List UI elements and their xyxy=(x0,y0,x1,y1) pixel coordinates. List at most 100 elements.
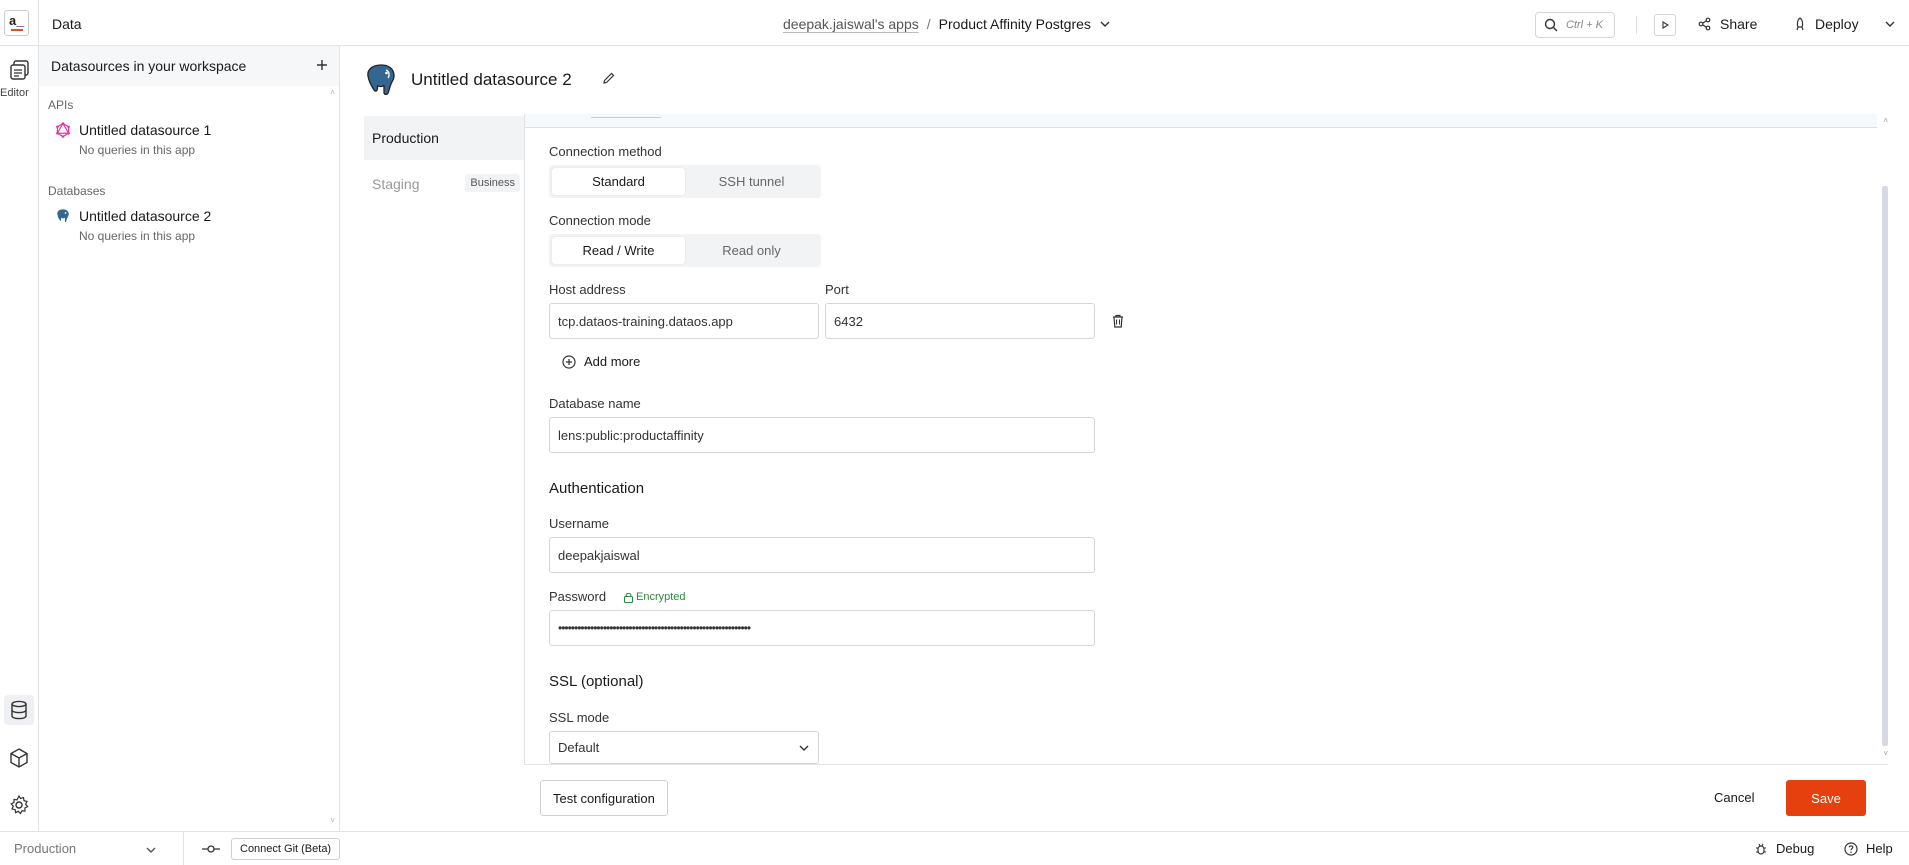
bottombar-separator xyxy=(183,832,184,865)
port-label: Port xyxy=(825,282,849,297)
connection-mode-read-only[interactable]: Read only xyxy=(685,237,818,264)
ssl-heading: SSL (optional) xyxy=(549,673,644,690)
group-label-databases: Databases xyxy=(48,184,106,198)
password-label: Password xyxy=(549,589,607,604)
form-scrollbar[interactable] xyxy=(1882,186,1888,746)
tab-staging[interactable]: Staging Business xyxy=(364,162,524,206)
save-button[interactable]: Save xyxy=(1786,780,1866,816)
git-commit-icon xyxy=(202,845,220,853)
sidebar-title: Datasources in your workspace xyxy=(51,58,247,74)
rail-datasources[interactable] xyxy=(4,695,34,725)
form-scroll-up[interactable]: ˄ xyxy=(1883,116,1888,125)
logo-text: a_ xyxy=(8,14,25,29)
database-name-input[interactable]: lens:public:productaffinity xyxy=(549,417,1095,453)
preview-button[interactable] xyxy=(1654,14,1676,36)
connection-method-standard[interactable]: Standard xyxy=(552,168,685,195)
chevron-down-icon[interactable] xyxy=(145,844,157,856)
left-rail: Editor xyxy=(0,46,39,831)
encrypted-badge: Encrypted xyxy=(623,591,686,603)
help-button[interactable]: Help xyxy=(1844,841,1893,856)
database-icon xyxy=(11,700,27,720)
sidebar-scroll-up[interactable]: ˄ xyxy=(330,88,335,97)
ssl-mode-label: SSL mode xyxy=(549,710,610,725)
test-configuration-button[interactable]: Test configuration xyxy=(540,780,668,816)
datasource-name: Untitled datasource 2 xyxy=(79,208,212,224)
sidebar-scroll-down[interactable]: ˅ xyxy=(330,816,335,825)
group-label-apis: APIs xyxy=(48,98,74,112)
play-icon xyxy=(1662,21,1670,29)
chevron-down-icon xyxy=(799,745,809,751)
add-datasource-icon[interactable] xyxy=(315,58,329,72)
strip-divider xyxy=(591,114,661,118)
connection-mode-toggle: Read / Write Read only xyxy=(549,234,821,267)
topbar-divider xyxy=(38,0,39,46)
tab-production[interactable]: Production xyxy=(364,116,524,160)
cancel-button[interactable]: Cancel xyxy=(1714,790,1754,805)
debug-button[interactable]: Debug xyxy=(1754,841,1814,856)
rail-settings[interactable] xyxy=(4,790,34,820)
connection-method-toggle: Standard SSH tunnel xyxy=(549,165,821,198)
deploy-button[interactable]: Deploy xyxy=(1793,16,1859,32)
port-input[interactable]: 6432 xyxy=(825,303,1095,339)
share-icon xyxy=(1698,17,1711,31)
form-scroll-down[interactable]: ˅ xyxy=(1883,749,1888,758)
bug-icon xyxy=(1756,843,1766,855)
connection-method-ssh[interactable]: SSH tunnel xyxy=(685,168,818,195)
authentication-heading: Authentication xyxy=(549,480,645,497)
password-input[interactable]: ••••••••••••••••••••••••••••••••••••••••… xyxy=(549,610,1095,646)
trash-icon[interactable] xyxy=(1110,313,1126,329)
gear-icon xyxy=(10,794,29,815)
search-icon xyxy=(1544,18,1558,32)
tab-staging-label: Staging xyxy=(372,176,420,192)
datasource-name: Untitled datasource 1 xyxy=(79,122,212,138)
collapsed-section-strip xyxy=(525,114,1877,128)
add-more-label: Add more xyxy=(584,354,641,369)
connection-method-label: Connection method xyxy=(549,144,662,159)
datasource-header: Untitled datasource 2 xyxy=(340,46,1909,114)
username-input[interactable]: deepakjaiswal xyxy=(549,537,1095,573)
deploy-chevron-down-icon[interactable] xyxy=(1884,18,1896,30)
search-shortcut: Ctrl + K xyxy=(1566,19,1603,31)
help-icon xyxy=(1844,841,1858,856)
datasource-title: Untitled datasource 2 xyxy=(411,70,572,89)
connect-git-button[interactable]: Connect Git (Beta) xyxy=(231,838,341,860)
app-logo[interactable]: a_ xyxy=(4,10,29,36)
debug-label: Debug xyxy=(1776,841,1815,856)
share-label: Share xyxy=(1720,16,1758,32)
app-name[interactable]: Product Affinity Postgres xyxy=(939,16,1091,32)
ssl-mode-value: Default xyxy=(558,740,600,755)
breadcrumb: deepak.jaiswal's apps / Product Affinity… xyxy=(783,16,1111,32)
editor-icon xyxy=(9,60,29,80)
pencil-icon[interactable] xyxy=(602,71,616,85)
host-address-input[interactable]: tcp.dataos-training.dataos.app xyxy=(549,303,819,339)
host-address-label: Host address xyxy=(549,282,626,297)
workspace-link[interactable]: deepak.jaiswal's apps xyxy=(783,16,919,32)
business-badge: Business xyxy=(465,174,520,192)
datasource-item-2[interactable]: Untitled datasource 2 No queries in this… xyxy=(55,208,211,243)
connection-form: ˄ ˅ Connection method Standard SSH tunne… xyxy=(524,114,1888,764)
add-circle-icon xyxy=(562,354,576,369)
connection-mode-read-write[interactable]: Read / Write xyxy=(552,237,685,264)
graphql-icon xyxy=(56,122,70,138)
ssl-mode-select[interactable]: Default xyxy=(549,731,819,764)
search-button[interactable]: Ctrl + K xyxy=(1535,12,1615,38)
editor-nav[interactable]: Editor xyxy=(0,58,39,99)
datasource-item-1[interactable]: Untitled datasource 1 No queries in this… xyxy=(55,122,211,157)
section-title: Data xyxy=(52,16,82,32)
database-name-label: Database name xyxy=(549,396,641,411)
environment-selector[interactable]: Production xyxy=(14,841,76,856)
deploy-label: Deploy xyxy=(1815,16,1859,32)
rocket-icon xyxy=(1796,17,1804,31)
connection-mode-label: Connection mode xyxy=(549,213,651,228)
rail-packages[interactable] xyxy=(4,743,34,773)
top-bar: a_ Data deepak.jaiswal's apps / Product … xyxy=(0,0,1909,46)
help-label: Help xyxy=(1866,841,1893,856)
encrypted-label: Encrypted xyxy=(636,591,686,603)
postgres-icon xyxy=(56,208,70,223)
editor-label: Editor xyxy=(0,87,29,99)
postgres-elephant-icon xyxy=(367,64,395,96)
chevron-down-icon[interactable] xyxy=(1099,18,1111,30)
bottom-bar: Production Connect Git (Beta) Debug Help xyxy=(0,831,1909,865)
add-more-button[interactable]: Add more xyxy=(562,354,640,369)
share-button[interactable]: Share xyxy=(1698,16,1757,32)
